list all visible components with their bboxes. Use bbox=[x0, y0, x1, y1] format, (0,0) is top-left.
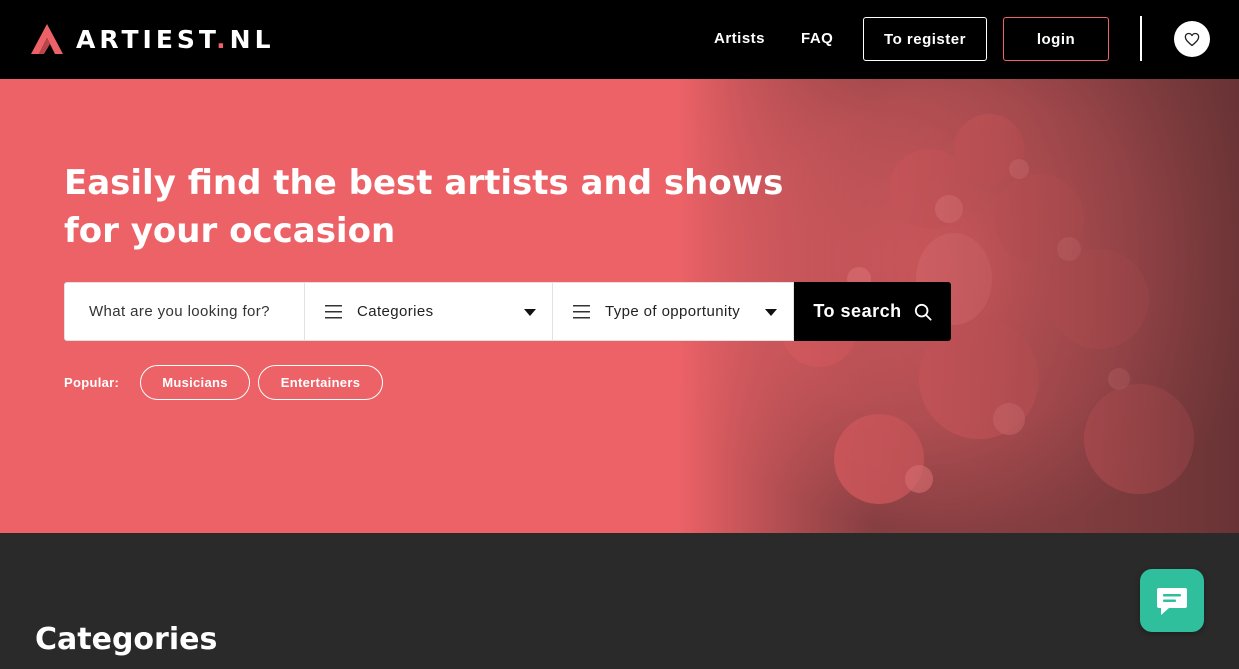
hero-section: Easily find the best artists and shows f… bbox=[0, 79, 1239, 533]
categories-section-title: Categories bbox=[35, 622, 218, 657]
search-input[interactable] bbox=[89, 303, 284, 320]
categories-select-label: Categories bbox=[357, 303, 434, 320]
chat-bubble-icon bbox=[1157, 587, 1187, 615]
logo-wordmark: ARTIEST.NL bbox=[76, 24, 275, 54]
login-button[interactable]: login bbox=[1003, 17, 1109, 61]
heart-icon bbox=[1184, 32, 1200, 46]
caret-down-icon bbox=[765, 309, 777, 316]
popular-chip-musicians[interactable]: Musicians bbox=[140, 365, 250, 400]
search-icon bbox=[914, 303, 932, 321]
popular-label: Popular: bbox=[64, 375, 120, 390]
caret-down-icon bbox=[524, 309, 536, 316]
site-logo[interactable]: ARTIEST.NL bbox=[30, 22, 275, 56]
header-divider bbox=[1140, 16, 1142, 61]
chat-button[interactable] bbox=[1140, 569, 1204, 632]
search-button[interactable]: To search bbox=[794, 282, 951, 341]
menu-lines-icon bbox=[573, 304, 590, 318]
favorites-button[interactable] bbox=[1174, 21, 1210, 57]
nav-artists-link[interactable]: Artists bbox=[714, 30, 765, 47]
search-button-label: To search bbox=[813, 301, 902, 321]
menu-lines-icon bbox=[325, 304, 342, 318]
popular-chip-entertainers[interactable]: Entertainers bbox=[258, 365, 383, 400]
logo-a-icon bbox=[31, 24, 63, 54]
register-button[interactable]: To register bbox=[863, 17, 987, 61]
opportunity-type-select[interactable]: Type of opportunity bbox=[553, 282, 794, 341]
search-input-wrapper[interactable] bbox=[64, 282, 305, 341]
nav-faq-link[interactable]: FAQ bbox=[801, 30, 833, 47]
opportunity-type-select-label: Type of opportunity bbox=[605, 303, 741, 320]
site-header: ARTIEST.NL Artists FAQ To register login bbox=[0, 0, 1239, 79]
hero-title: Easily find the best artists and shows f… bbox=[64, 163, 784, 251]
categories-select[interactable]: Categories bbox=[305, 282, 553, 341]
search-bar: Categories Type of opportunity To search bbox=[64, 282, 951, 341]
